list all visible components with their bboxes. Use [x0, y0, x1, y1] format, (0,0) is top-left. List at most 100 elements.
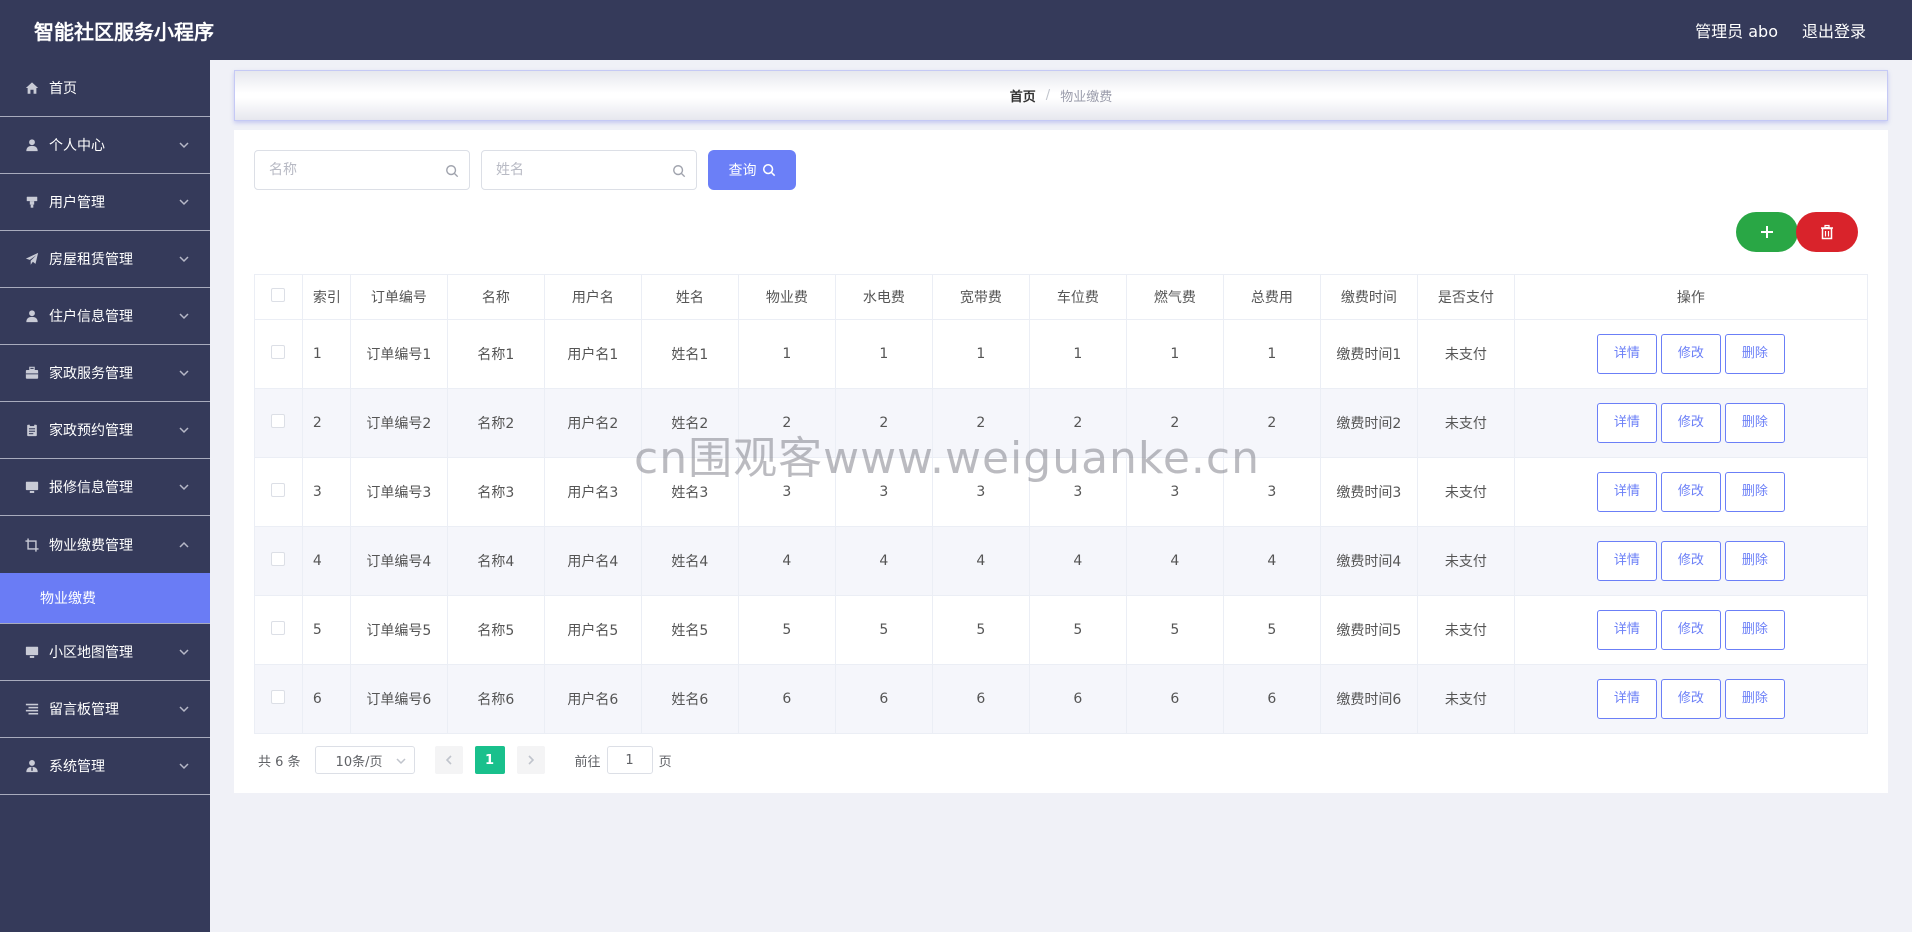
person-search-input[interactable]	[496, 162, 666, 178]
row-checkbox[interactable]	[271, 621, 286, 635]
detail-button[interactable]: 详情	[1596, 610, 1657, 650]
cell-utility-fee: 6	[834, 664, 933, 734]
table-header-cell: 总费用	[1222, 274, 1321, 320]
detail-button[interactable]: 详情	[1596, 541, 1657, 581]
page-number-current[interactable]: 1	[474, 746, 505, 774]
cell-pay-time: 缴费时间5	[1319, 595, 1418, 665]
goto-page-input[interactable]	[606, 746, 653, 774]
logout-link[interactable]: 退出登录	[1802, 18, 1866, 42]
sidebar-item-8[interactable]: 物业缴费管理	[0, 516, 210, 573]
row-actions: 详情 修改 删除	[1513, 595, 1869, 665]
paper-plane-icon	[24, 251, 40, 267]
chevron-down-icon	[178, 253, 190, 265]
table-row: 6 订单编号6 名称6 用户名6 姓名6 6 6 6 6 6 6 缴费时间6 未支付 详情 修改 删除	[254, 664, 1869, 734]
sidebar-subitem-active[interactable]: 物业缴费	[0, 573, 210, 623]
sidebar-item-10[interactable]: 留言板管理	[0, 681, 210, 738]
sidebar-item-11[interactable]: 系统管理	[0, 738, 210, 795]
table-header-cell: 姓名	[640, 274, 739, 320]
row-checkbox[interactable]	[271, 483, 286, 497]
edit-button[interactable]: 修改	[1660, 679, 1721, 719]
sidebar-item-5[interactable]: 家政服务管理	[0, 345, 210, 402]
row-checkbox-cell[interactable]	[254, 388, 303, 458]
cell-gas-fee: 3	[1125, 457, 1224, 527]
table-header-cell: 宽带费	[931, 274, 1030, 320]
sidebar-item-label: 首页	[49, 81, 77, 97]
query-button[interactable]: 查询	[708, 150, 796, 190]
breadcrumb-home[interactable]: 首页	[1010, 86, 1036, 105]
delete-button[interactable]: 删除	[1724, 472, 1785, 512]
row-checkbox[interactable]	[271, 690, 286, 704]
row-checkbox[interactable]	[271, 552, 286, 566]
row-checkbox-cell[interactable]	[254, 457, 303, 527]
table-header-cell: 燃气费	[1125, 274, 1224, 320]
delete-button[interactable]: 删除	[1724, 541, 1785, 581]
cell-order-no: 订单编号6	[349, 664, 448, 734]
cell-broadband-fee: 4	[931, 526, 1030, 596]
cell-name: 名称6	[446, 664, 545, 734]
sidebar-item-9[interactable]: 小区地图管理	[0, 624, 210, 681]
user-icon	[24, 308, 40, 324]
cell-pay-time: 缴费时间6	[1319, 664, 1418, 734]
plus-icon	[1761, 226, 1773, 238]
cell-order-no: 订单编号3	[349, 457, 448, 527]
cell-total-fee: 2	[1222, 388, 1321, 458]
page-size-select[interactable]: 10条/页	[314, 746, 415, 774]
cell-utility-fee: 3	[834, 457, 933, 527]
cell-broadband-fee: 2	[931, 388, 1030, 458]
delete-button[interactable]: 删除	[1724, 334, 1785, 374]
sidebar-item-3[interactable]: 房屋租赁管理	[0, 231, 210, 288]
edit-button[interactable]: 修改	[1660, 334, 1721, 374]
row-checkbox-cell[interactable]	[254, 526, 303, 596]
add-button[interactable]	[1736, 212, 1798, 252]
edit-button[interactable]: 修改	[1660, 472, 1721, 512]
delete-button[interactable]: 删除	[1724, 610, 1785, 650]
row-actions: 详情 修改 删除	[1513, 526, 1869, 596]
cell-pay-time: 缴费时间2	[1319, 388, 1418, 458]
delete-button[interactable]: 删除	[1724, 679, 1785, 719]
cell-parking-fee: 4	[1028, 526, 1127, 596]
sidebar-item-2[interactable]: 用户管理	[0, 174, 210, 231]
person-search-field[interactable]	[481, 150, 697, 190]
row-checkbox-cell[interactable]	[254, 664, 303, 734]
sidebar-item-label: 系统管理	[49, 759, 105, 775]
sidebar-item-0[interactable]: 首页	[0, 60, 210, 117]
sidebar-item-6[interactable]: 家政预约管理	[0, 402, 210, 459]
next-page-button[interactable]	[516, 746, 545, 774]
breadcrumb-separator: /	[1045, 88, 1051, 103]
cell-parking-fee: 2	[1028, 388, 1127, 458]
chevron-down-icon	[178, 703, 190, 715]
detail-button[interactable]: 详情	[1596, 679, 1657, 719]
name-search-input[interactable]	[269, 162, 439, 178]
detail-button[interactable]: 详情	[1596, 403, 1657, 443]
detail-button[interactable]: 详情	[1596, 334, 1657, 374]
sidebar-item-7[interactable]: 报修信息管理	[0, 459, 210, 516]
delete-button[interactable]: 删除	[1724, 403, 1785, 443]
page-goto: 前往 页	[575, 746, 672, 774]
sidebar-item-1[interactable]: 个人中心	[0, 117, 210, 174]
goto-label: 前往	[574, 754, 601, 770]
chevron-down-icon	[178, 139, 190, 151]
row-checkbox[interactable]	[271, 345, 286, 359]
table-header-cell: 车位费	[1028, 274, 1127, 320]
edit-button[interactable]: 修改	[1660, 541, 1721, 581]
row-checkbox[interactable]	[271, 414, 286, 428]
name-search-field[interactable]	[254, 150, 470, 190]
row-checkbox-cell[interactable]	[254, 319, 303, 389]
cell-gas-fee: 5	[1125, 595, 1224, 665]
cell-total-fee: 1	[1222, 319, 1321, 389]
cell-paid: 未支付	[1416, 457, 1515, 527]
row-checkbox-cell[interactable]	[254, 595, 303, 665]
select-all-checkbox-cell[interactable]	[254, 274, 303, 320]
select-all-checkbox[interactable]	[271, 288, 286, 302]
cell-order-no: 订单编号1	[349, 319, 448, 389]
batch-delete-button[interactable]	[1796, 212, 1858, 252]
query-button-label: 查询	[728, 163, 757, 179]
prev-page-button[interactable]	[434, 746, 463, 774]
sidebar-item-4[interactable]: 住户信息管理	[0, 288, 210, 345]
edit-button[interactable]: 修改	[1660, 403, 1721, 443]
detail-button[interactable]: 详情	[1596, 472, 1657, 512]
table-row: 2 订单编号2 名称2 用户名2 姓名2 2 2 2 2 2 2 缴费时间2 未支付 详情 修改 删除	[254, 388, 1869, 458]
sidebar-item-label: 用户管理	[49, 195, 105, 211]
edit-button[interactable]: 修改	[1660, 610, 1721, 650]
main-panel: 查询 索引订单编号名称用户名姓名物业费水电费宽带费车位费燃气费总费用缴费时间是否…	[234, 130, 1888, 793]
